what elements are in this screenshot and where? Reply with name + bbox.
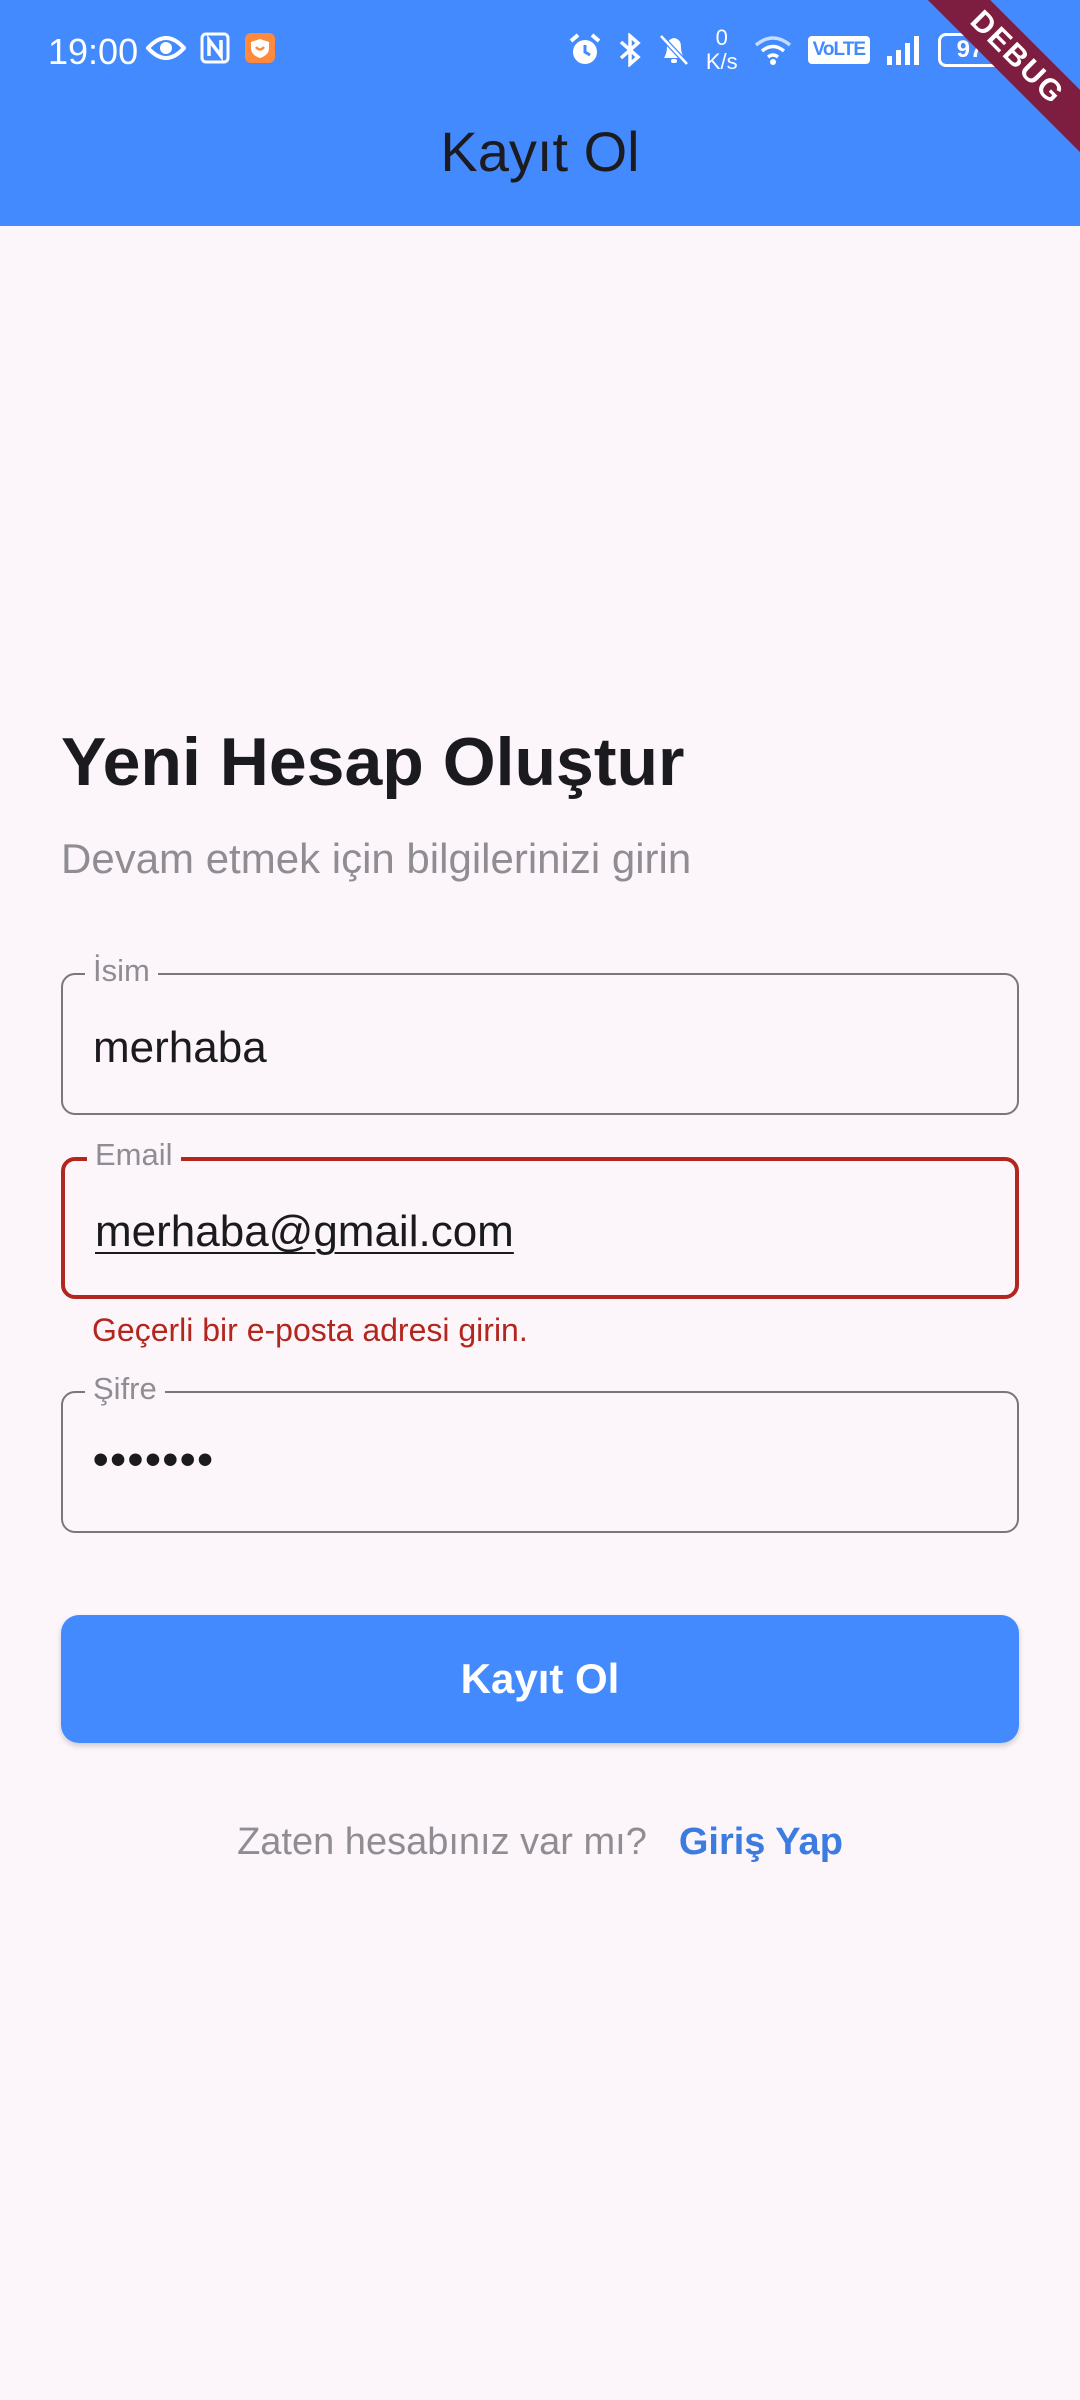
email-field-value[interactable]: merhaba@gmail.com (95, 1205, 514, 1259)
name-field-value[interactable]: merhaba (93, 1021, 267, 1075)
login-link[interactable]: Giriş Yap (679, 1818, 843, 1866)
speed-unit: K/s (705, 49, 738, 74)
volte-badge: VoLTE (807, 36, 870, 64)
status-bar: 19:00 0 K/s VoLTE 97 (0, 0, 1080, 104)
login-question: Zaten hesabınız var mı? (237, 1821, 647, 1863)
form-subheading: Devam etmek için bilgilerinizi girin (61, 835, 692, 882)
status-right-icons: 0 K/s VoLTE 97 (568, 26, 1008, 74)
status-time: 19:00 (48, 31, 139, 72)
signal-icon (886, 34, 922, 66)
password-field[interactable]: Şifre ••••••• (61, 1369, 1019, 1533)
eye-icon (146, 34, 186, 62)
login-prompt: Zaten hesabınız var mı? Giriş Yap (0, 1818, 1080, 1866)
email-field[interactable]: Email merhaba@gmail.com (61, 1135, 1019, 1299)
email-field-label: Email (87, 1135, 181, 1175)
email-error-message: Geçerli bir e-posta adresi girin. (92, 1312, 528, 1348)
name-field[interactable]: İsim merhaba (61, 951, 1019, 1115)
password-field-value[interactable]: ••••••• (93, 1433, 215, 1487)
page-title: Kayıt Ol (440, 120, 640, 183)
status-left-icons (146, 32, 276, 64)
bluetooth-icon (618, 33, 642, 67)
speed-value: 0 (715, 25, 728, 50)
app-shield-icon (244, 32, 276, 64)
password-field-label: Şifre (85, 1369, 165, 1409)
nfc-icon (200, 32, 230, 64)
bell-off-icon (658, 33, 690, 67)
network-speed: 0 K/s (706, 26, 738, 74)
name-field-label: İsim (85, 951, 158, 991)
form-heading: Yeni Hesap Oluştur (61, 724, 685, 800)
register-button[interactable]: Kayıt Ol (61, 1615, 1019, 1743)
wifi-icon (754, 35, 792, 65)
app-bar: 19:00 0 K/s VoLTE 97 DEBUG Kayıt Ol (0, 0, 1080, 226)
alarm-icon (568, 33, 602, 67)
